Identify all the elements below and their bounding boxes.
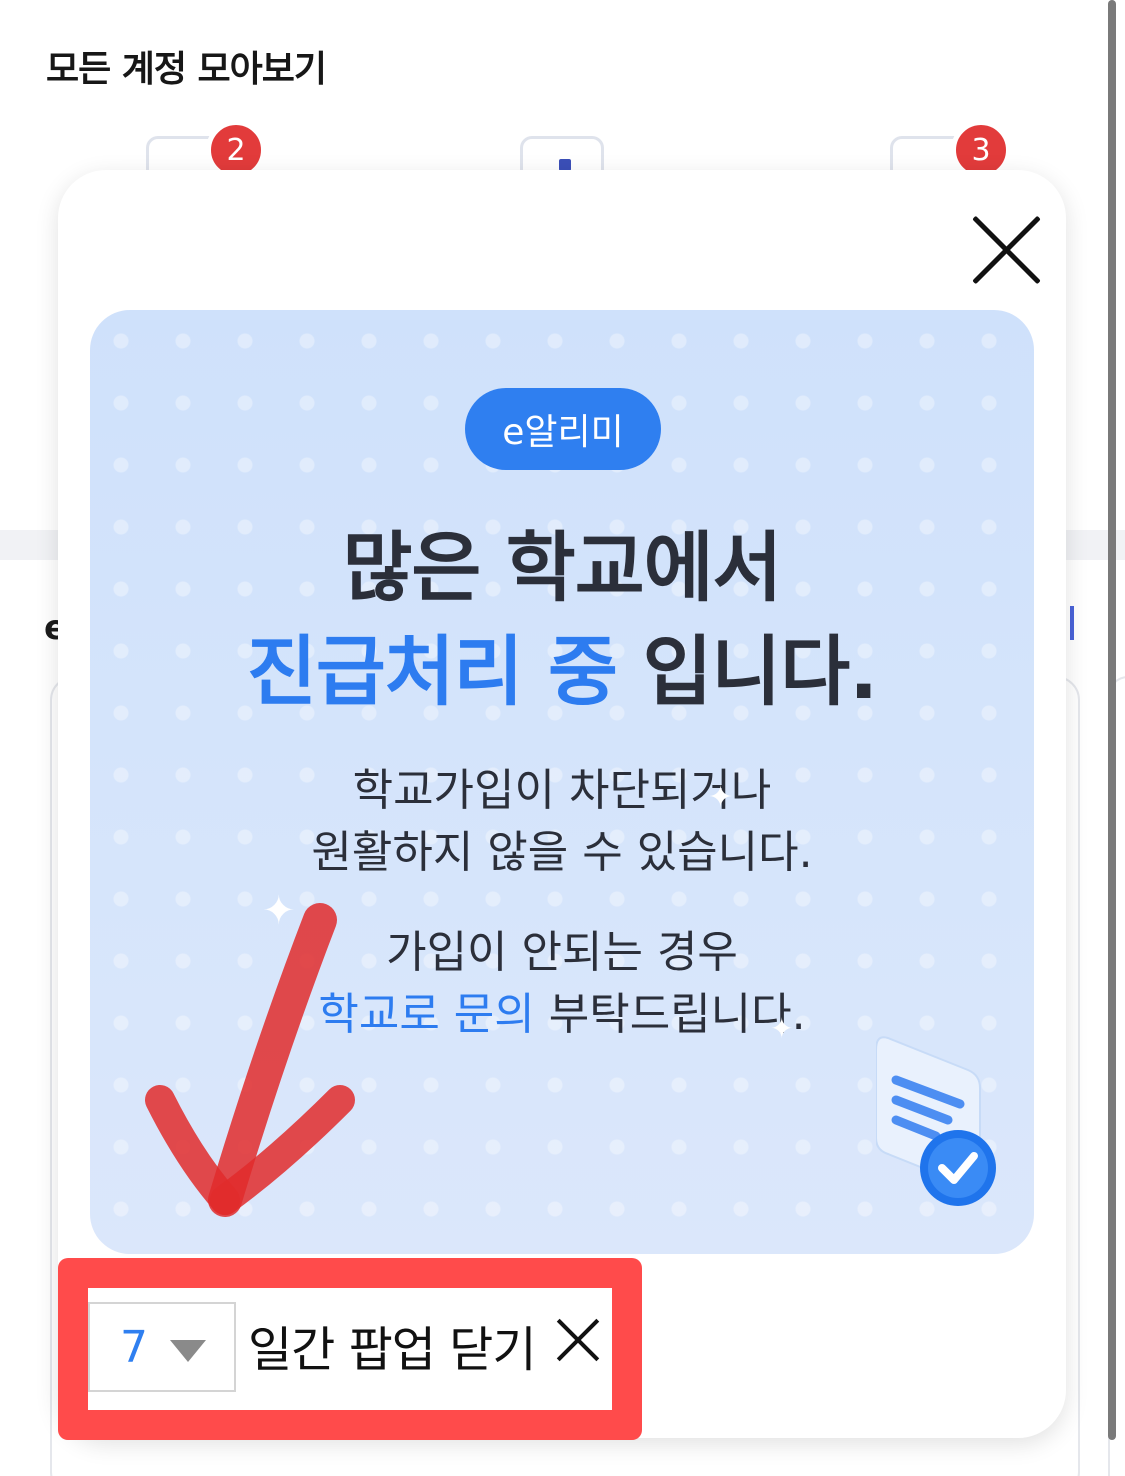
banner-tag: e알리미 — [465, 388, 661, 470]
body-paragraph-1: 학교가입이 차단되거나 원활하지 않을 수 있습니다. — [90, 760, 1034, 884]
body-rest: 부탁드립니다. — [534, 989, 806, 1040]
sparkle-icon: ✦ — [708, 780, 734, 815]
close-for-days-button[interactable]: 일간 팝업 닫기 — [248, 1310, 536, 1380]
headline-line2: 진급처리 중 입니다. — [90, 610, 1034, 720]
body-paragraph-2: 가입이 안되는 경우 학교로 문의 부탁드립니다. — [90, 922, 1034, 1046]
close-icon[interactable] — [556, 1318, 600, 1362]
days-value: 7 — [120, 1321, 148, 1373]
chevron-down-icon — [170, 1340, 206, 1362]
headline-line1: 많은 학교에서 — [342, 523, 783, 612]
headline-accent: 진급처리 중 — [246, 627, 618, 716]
close-icon[interactable] — [964, 208, 1048, 292]
body-line2: 원활하지 않을 수 있습니다. — [311, 827, 813, 878]
notice-popup: e알리미 많은 학교에서 진급처리 중 입니다. 학교가입이 차단되거나 원활하… — [58, 170, 1066, 1438]
sparkle-icon: ✦ — [262, 888, 296, 934]
body-line1: 학교가입이 차단되거나 — [352, 765, 772, 816]
body-accent: 학교로 문의 — [318, 989, 535, 1040]
scrollbar[interactable] — [1108, 0, 1116, 1440]
page-title: 모든 계정 모아보기 — [46, 49, 327, 90]
section-accent-bar — [1070, 606, 1074, 640]
days-select[interactable]: 7 — [88, 1302, 236, 1392]
notice-banner: e알리미 많은 학교에서 진급처리 중 입니다. 학교가입이 차단되거나 원활하… — [90, 310, 1034, 1254]
document-check-icon — [876, 1036, 996, 1206]
body-line3: 가입이 안되는 경우 — [386, 927, 738, 978]
sparkle-icon: ✦ — [770, 1012, 794, 1045]
headline-rest: 입니다. — [616, 627, 878, 716]
